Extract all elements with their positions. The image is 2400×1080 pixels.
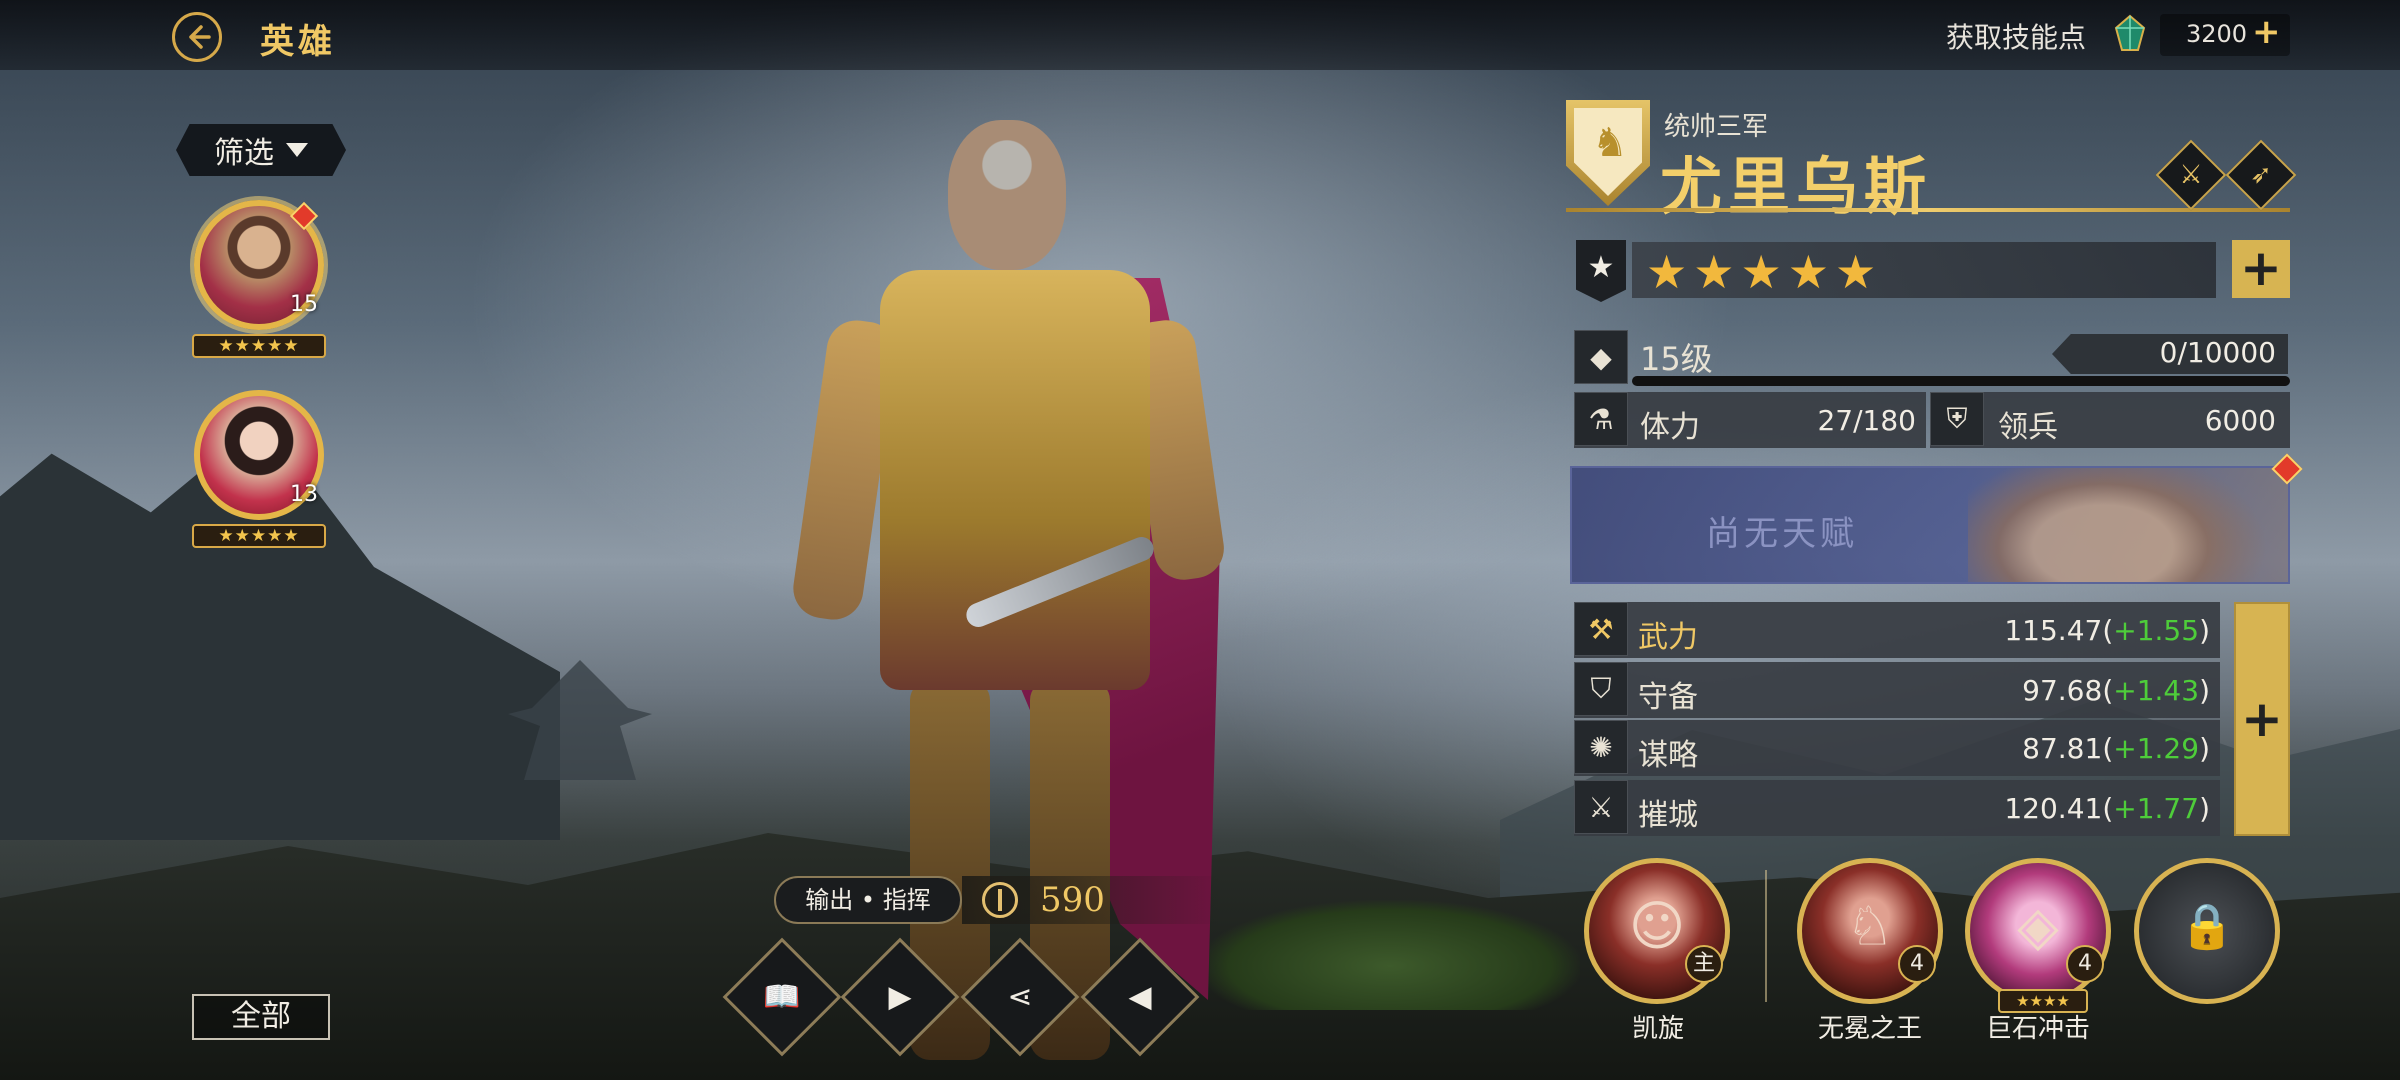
page-title: 英雄 — [260, 22, 336, 62]
arrow-icon: ➶ — [2250, 160, 2272, 190]
exp-value: 0/10000 — [2159, 336, 2276, 369]
play-frame-icon: ▶ — [888, 979, 912, 1015]
hero-level: 15 — [290, 292, 318, 317]
attribute-value: 120.41(+1.77) — [2004, 792, 2210, 825]
attribute-label: 摧城 — [1638, 798, 1698, 833]
brain-icon: ✺ — [1574, 720, 1628, 774]
filter-label: 筛选 — [214, 136, 274, 171]
troops-value: 6000 — [2204, 404, 2276, 437]
skill-badge: 4 — [1898, 945, 1936, 983]
name-divider — [1566, 208, 2290, 212]
back-button[interactable] — [172, 12, 222, 62]
caret-down-icon — [286, 143, 308, 157]
skill-name: 无冕之王 — [1817, 1014, 1922, 1044]
skill-name: 巨石冲击 — [1985, 1014, 2090, 1044]
equip-arrow-button[interactable]: ➶ — [2225, 139, 2297, 211]
attribute-label: 谋略 — [1638, 738, 1698, 773]
role-tag: 输出 • 指挥 — [774, 876, 962, 924]
skill-slot[interactable]: ♘ 4 — [1797, 858, 1943, 1004]
hero-head — [948, 120, 1066, 270]
helmet-icon: ⛨ — [1930, 392, 1984, 446]
all-heroes-button[interactable]: 全部 — [192, 994, 330, 1040]
skill-points-value: 3200 — [2186, 20, 2248, 48]
skill-divider — [1765, 870, 1767, 1002]
flask-icon: ⚗ — [1574, 392, 1628, 446]
boulder-icon: ◈ — [2017, 894, 2059, 958]
stamina-label: 体力 — [1640, 410, 1700, 445]
skill-slot[interactable]: ◈ 4 ★★★★ — [1965, 858, 2111, 1013]
hero-card[interactable]: 15 ★★★★★ — [184, 200, 334, 370]
upgrade-stars-button[interactable]: + — [2232, 240, 2290, 298]
back-arrow-icon — [189, 25, 211, 49]
hero-card[interactable]: 13 ★★★★★ — [184, 390, 334, 560]
talent-empty-text: 尚无天赋 — [1706, 514, 1858, 554]
skill-slot[interactable]: ☺ 主 — [1584, 858, 1730, 1004]
attribute-label: 武力 — [1638, 620, 1698, 655]
attribute-value: 115.47(+1.55) — [2004, 614, 2210, 647]
hero-stars: ★★★★★ — [192, 334, 326, 358]
skill-name: 凯旋 — [1631, 1014, 1684, 1044]
stamina-value: 27/180 — [1817, 404, 1916, 437]
hero-stars: ★★★★★ — [192, 524, 326, 548]
skill-badge: 主 — [1685, 945, 1723, 983]
troops-label: 领兵 — [1998, 410, 2058, 445]
diamond-icon: ◆ — [1574, 330, 1628, 384]
hero-star-rating: ★★★★★ — [1646, 245, 1883, 299]
hero-name: 尤里乌斯 — [1660, 150, 1933, 223]
talent-panel[interactable] — [1570, 466, 2290, 584]
sword-icon: ⚔ — [2179, 160, 2203, 190]
hero-armor — [880, 270, 1150, 690]
allocate-attributes-button[interactable]: + — [2234, 602, 2290, 836]
power-icon — [982, 882, 1018, 918]
talent-portrait — [1968, 468, 2268, 582]
get-skill-points-link[interactable]: 获取技能点 — [1946, 16, 2086, 56]
exp-track — [1632, 376, 2290, 386]
knight-icon: ♘ — [1845, 894, 1895, 958]
siege-icon: ⚔ — [1574, 780, 1628, 834]
hero-level-text: 15级 — [1640, 340, 1713, 378]
book-icon: 📖 — [763, 979, 801, 1015]
lock-icon: 🔒 — [2179, 900, 2235, 952]
lion-icon: ♞ — [1592, 120, 1628, 166]
rewind-icon: ◀ — [1128, 979, 1152, 1015]
attribute-label: 守备 — [1638, 680, 1698, 715]
axe-icon: ⚒ — [1574, 602, 1628, 656]
hero-level: 13 — [290, 482, 318, 507]
attribute-value: 97.68(+1.43) — [2022, 674, 2210, 707]
add-skill-points-button[interactable]: + — [2252, 14, 2281, 50]
star-icon: ★ — [1576, 240, 1626, 302]
equip-sword-button[interactable]: ⚔ — [2155, 139, 2227, 211]
filter-button[interactable]: 筛选 — [176, 124, 346, 176]
locked-skill-slot[interactable]: 🔒 — [2134, 858, 2280, 1004]
power-value: 590 — [1040, 880, 1105, 920]
laurel-icon: ☺ — [1628, 894, 1686, 958]
shield-icon: ⛉ — [1574, 662, 1628, 716]
attribute-value: 87.81(+1.29) — [2022, 732, 2210, 765]
share-icon: ⋖ — [1007, 979, 1033, 1015]
gem-icon — [2114, 14, 2146, 51]
skill-badge: 4 — [2066, 945, 2104, 983]
